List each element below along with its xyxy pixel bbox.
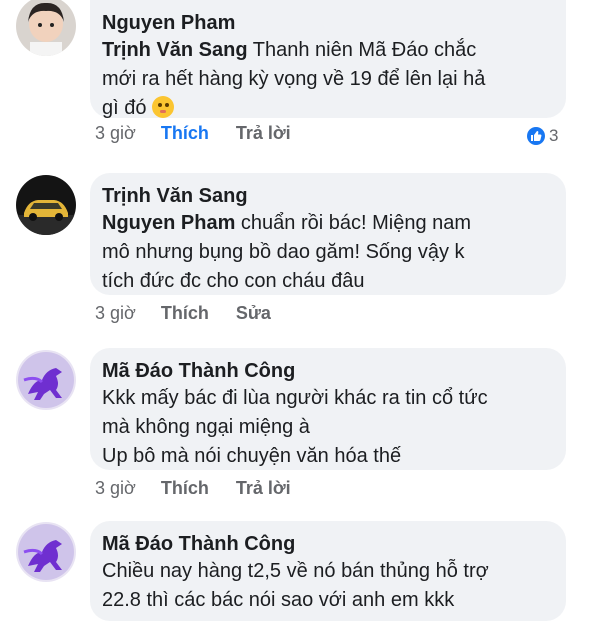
- like-button[interactable]: Thích: [161, 303, 209, 323]
- comment-bubble: Mã Đáo Thành Công Kkk mấy bác đi lùa ngư…: [90, 348, 566, 470]
- child-photo-icon: [16, 0, 76, 56]
- purple-horse-icon: [16, 522, 76, 582]
- comment-line: 22.8 thì các bác nói sao với anh em kkk: [102, 589, 455, 611]
- like-button[interactable]: Thích: [161, 478, 209, 498]
- comment-time[interactable]: 3 giờ: [95, 303, 136, 323]
- comment-time[interactable]: 3 giờ: [95, 123, 136, 143]
- comment-actions: 3 giờ Thích Trả lời: [95, 122, 313, 144]
- shushing-face-icon: [152, 96, 175, 118]
- avatar-ma-dao-thanh-cong[interactable]: [16, 522, 76, 582]
- comment-author[interactable]: Trịnh Văn Sang: [102, 183, 552, 209]
- comment-author[interactable]: Mã Đáo Thành Công: [102, 358, 552, 384]
- purple-horse-icon: [16, 350, 76, 410]
- comment-line: mà không ngại miệng à: [102, 416, 310, 438]
- comment-text: Trịnh Văn Sang Thanh niên Mã Đáo chắc mớ…: [102, 36, 552, 123]
- comment-line: mô nhưng bụng bồ dao găm! Sống vậy k: [102, 241, 465, 263]
- comment-text: Chiều nay hàng t2,5 về nó bán thủng hỗ t…: [102, 557, 552, 615]
- mention-link[interactable]: Nguyen Pham: [102, 212, 235, 234]
- comment-actions: 3 giờ Thích Trả lời: [95, 477, 313, 499]
- comment-author[interactable]: Nguyen Pham: [102, 10, 552, 36]
- comment-bubble: Mã Đáo Thành Công Chiều nay hàng t2,5 về…: [90, 521, 566, 621]
- comment-bubble: Trịnh Văn Sang Nguyen Pham chuẩn rồi bác…: [90, 173, 566, 295]
- comment-line: Chiều nay hàng t2,5 về nó bán thủng hỗ t…: [102, 560, 489, 582]
- thumbs-up-icon: [527, 127, 545, 145]
- comment-author[interactable]: Mã Đáo Thành Công: [102, 531, 552, 557]
- comment-line: chuẩn rồi bác! Miệng nam: [240, 212, 472, 234]
- avatar-trinh-van-sang[interactable]: [16, 175, 76, 235]
- avatar-nguyen-pham[interactable]: [16, 0, 76, 56]
- avatar-ma-dao-thanh-cong[interactable]: [16, 350, 76, 410]
- comment-line: Kkk mấy bác đi lùa người khác ra tin cổ …: [102, 387, 488, 409]
- edit-button[interactable]: Sửa: [236, 303, 271, 323]
- comment-line: Up bô mà nói chuyện văn hóa thế: [102, 445, 402, 467]
- like-button[interactable]: Thích: [161, 123, 209, 143]
- reaction-summary[interactable]: 3: [527, 126, 558, 146]
- comment-text: Nguyen Pham chuẩn rồi bác! Miệng nam mô …: [102, 209, 552, 296]
- comment-line: gì đó: [102, 97, 147, 119]
- comment-text: Kkk mấy bác đi lùa người khác ra tin cổ …: [102, 384, 552, 471]
- mention-link[interactable]: Trịnh Văn Sang: [102, 39, 248, 61]
- comment-line: tích đức đc cho con cháu đâu: [102, 270, 365, 292]
- reply-button[interactable]: Trả lời: [236, 478, 291, 498]
- reply-button[interactable]: Trả lời: [236, 123, 291, 143]
- comment-line: Thanh niên Mã Đáo chắc: [252, 39, 477, 61]
- comment-actions: 3 giờ Thích Sửa: [95, 302, 293, 324]
- comment-time[interactable]: 3 giờ: [95, 478, 136, 498]
- car-photo-icon: [16, 175, 76, 235]
- reaction-count: 3: [549, 126, 559, 145]
- comment-bubble: Nguyen Pham Trịnh Văn Sang Thanh niên Mã…: [90, 0, 566, 119]
- comment-line: mới ra hết hàng kỳ vọng về 19 để lên lại…: [102, 68, 486, 90]
